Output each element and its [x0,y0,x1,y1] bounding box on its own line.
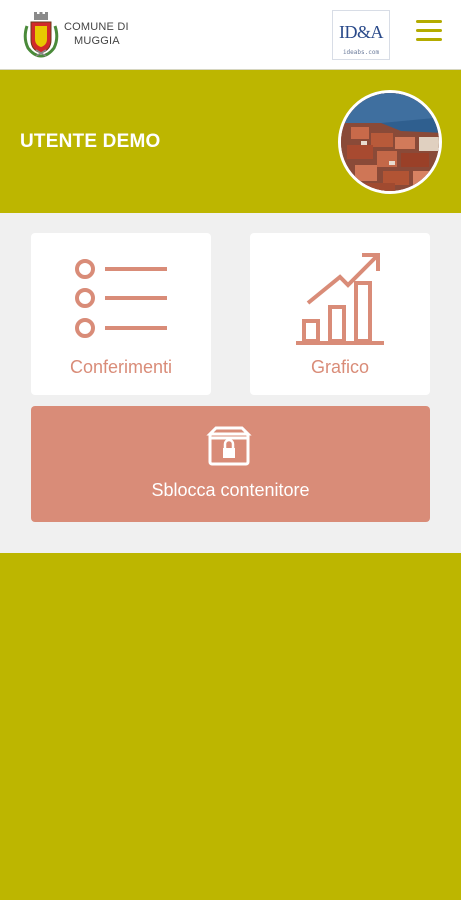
municipality-name-line1: COMUNE DI [64,21,129,33]
user-name: UTENTE DEMO [20,131,161,152]
user-banner: UTENTE DEMO [0,70,461,213]
locked-bin-icon [206,426,252,466]
conferimenti-label: Conferimenti [69,357,173,377]
municipality-name: COMUNE DI MUGGIA [64,20,129,48]
bar-chart-icon [296,253,384,345]
unlock-container-button[interactable]: Sblocca contenitore [31,406,430,522]
municipal-crest-logo [23,12,59,58]
menu-bar [416,20,442,23]
avatar[interactable] [338,90,442,194]
conferimenti-card[interactable]: Conferimenti [31,233,211,395]
idea-logo-text: ID&A [339,22,384,42]
hamburger-menu-icon[interactable] [416,20,444,48]
list-icon [75,259,167,338]
app-header: COMUNE DI MUGGIA ID&A ideabs.com [0,0,461,70]
municipality-name-line2: MUGGIA [74,35,120,47]
grafico-card[interactable]: Grafico [250,233,430,395]
menu-bar [416,38,442,41]
main-panel: Conferimenti Grafico Sblocca contenitore [0,213,461,553]
grafico-label: Grafico [310,357,370,377]
unlock-container-label: Sblocca contenitore [151,480,310,500]
menu-bar [416,29,442,32]
idea-brand-logo: ID&A ideabs.com [332,10,390,60]
idea-logo-subtext: ideabs.com [342,49,380,56]
avatar-town-photo [341,93,439,191]
